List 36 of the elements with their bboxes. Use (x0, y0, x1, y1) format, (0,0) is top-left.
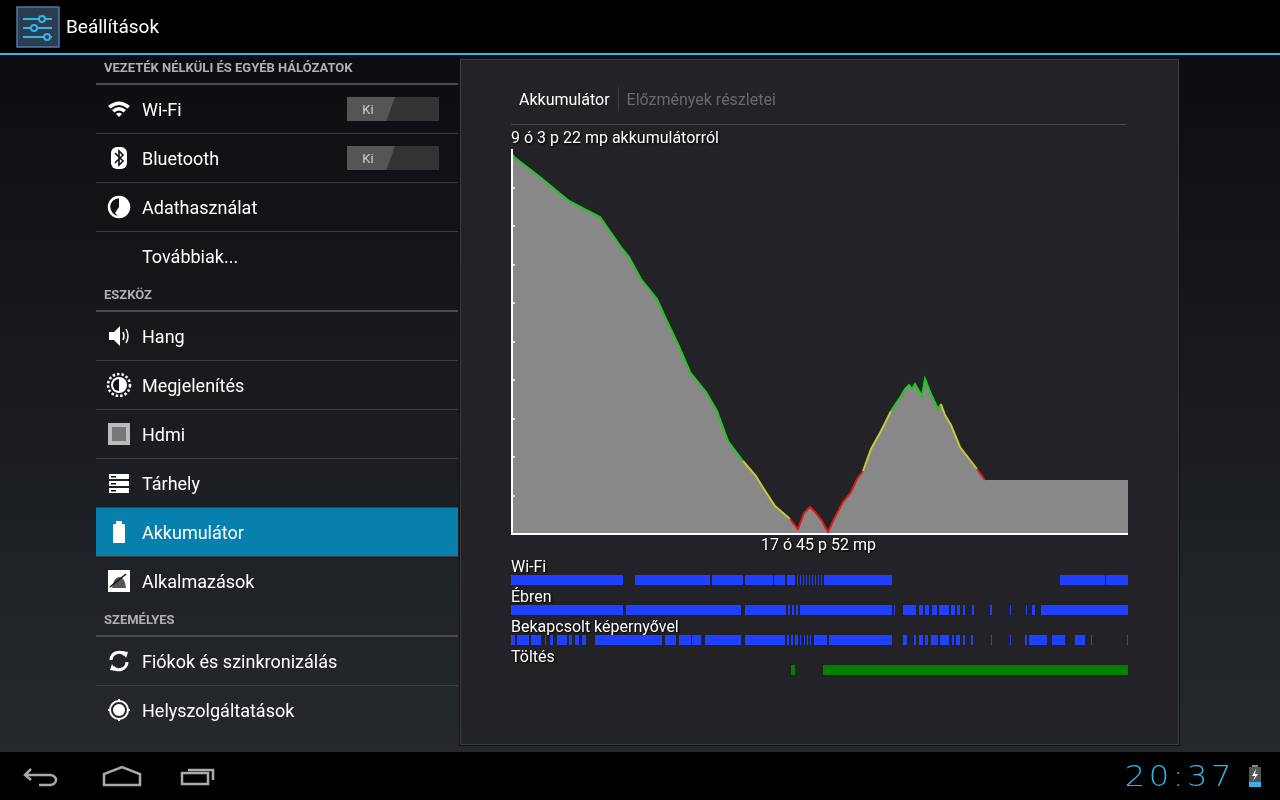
section-header: ESZKÖZ (104, 286, 152, 304)
timeline-label: Bekapcsolt képernyővel (511, 618, 680, 636)
section-header: SZEMÉLYES (104, 611, 175, 629)
clock-time: 20:37 (1125, 759, 1236, 793)
settings-item[interactable]: Megjelenítés (96, 361, 458, 410)
settings-icon (16, 5, 60, 48)
square-icon (106, 422, 132, 446)
settings-item[interactable]: Adathasználat (96, 183, 458, 232)
home-icon (102, 765, 142, 787)
location-icon (106, 698, 132, 722)
app-title: Beállítások (66, 15, 159, 38)
settings-item[interactable]: Alkalmazások (96, 557, 458, 605)
timeline-label: Töltés (511, 648, 556, 666)
settings-item[interactable]: Fiókok és szinkronizálás (96, 637, 458, 686)
brightness-icon (106, 373, 132, 397)
settings-item[interactable]: Hang (96, 312, 458, 361)
timeline-label: Wi-Fi (511, 558, 548, 576)
pie-chart-icon (106, 195, 132, 219)
timeline-label: Ébren (511, 588, 553, 606)
storage-icon (106, 471, 132, 495)
settings-item[interactable]: Bluetooth Ki (96, 134, 458, 183)
tab[interactable]: Akkumulátor (519, 89, 618, 109)
settings-item[interactable]: Akkumulátor (96, 508, 458, 557)
settings-item[interactable]: Wi-Fi Ki (96, 85, 458, 134)
toggle-switch[interactable]: Ki (347, 146, 439, 170)
settings-item[interactable]: Hdmi (96, 410, 458, 459)
toggle-switch[interactable]: Ki (347, 97, 439, 121)
recent-apps-icon (180, 766, 216, 786)
battery-summary: 9 ó 3 p 22 mp akkumulátorról (511, 128, 720, 147)
section-header: VEZETÉK NÉLKÜLI ÉS EGYÉB HÁLÓZATOK (104, 59, 353, 77)
speaker-icon (106, 324, 132, 348)
battery-charging-icon (1248, 765, 1262, 787)
duration-label: 17 ó 45 p 52 mp (761, 535, 876, 554)
android-icon (106, 569, 132, 593)
settings-item[interactable]: Helyszolgáltatások (96, 686, 458, 734)
settings-item[interactable]: Továbbiak... (96, 232, 458, 280)
